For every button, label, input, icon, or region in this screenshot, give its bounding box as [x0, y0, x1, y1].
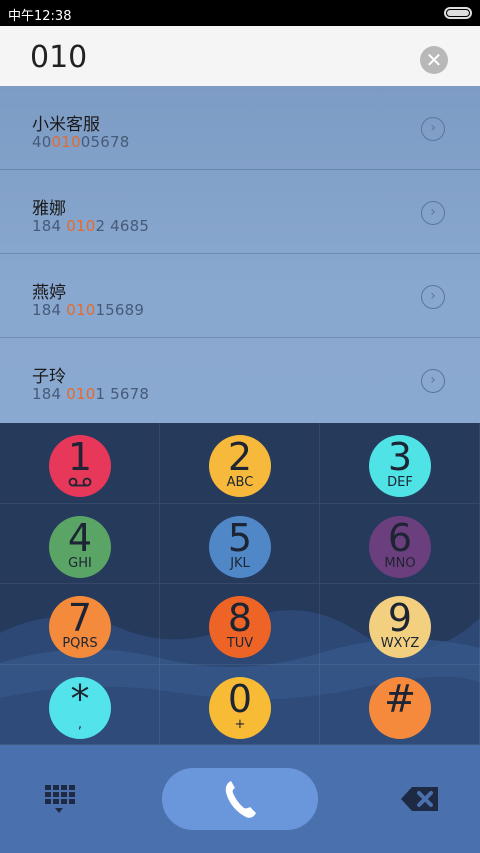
dial-key-digit: 6 [387, 515, 413, 560]
dial-key-letters: TUV [226, 636, 254, 651]
chevron-right-icon[interactable]: › [421, 285, 445, 309]
dial-key[interactable]: 6 MNO [320, 503, 480, 584]
dial-key-circle: 6 MNO [369, 515, 431, 578]
dial-key[interactable]: 7 PQRS [0, 584, 160, 665]
contact-number: 184 0101 5678 [32, 385, 150, 403]
result-row[interactable]: 燕婷 184 01015689 › [0, 254, 480, 338]
dial-key-circle: # [369, 676, 431, 739]
dial-key-circle: 9 WXYZ [369, 596, 431, 658]
dialpad-icon[interactable] [43, 783, 75, 815]
dial-key-letters: DEF [387, 475, 413, 490]
dial-key-circle: 7 PQRS [49, 596, 111, 658]
contact-name: 燕婷 [32, 283, 66, 303]
clear-button[interactable]: ✕ [420, 46, 448, 74]
dial-key-digit: 3 [387, 435, 413, 479]
dial-key-digit: 9 [387, 596, 413, 640]
search-results: 小米客服 4001005678 › 雅娜 184 0102 4685 › 燕婷 … [0, 86, 480, 423]
call-button[interactable] [162, 768, 318, 830]
dial-key-circle: 5 JKL [209, 515, 271, 578]
dial-key-letters: + [234, 716, 246, 732]
dialed-number[interactable]: 010 [30, 40, 87, 75]
dial-key-digit: 0 [227, 676, 253, 721]
dial-key-digit: 7 [67, 596, 93, 640]
dial-key-circle: *, [49, 676, 111, 739]
dial-key-letters: , [77, 716, 83, 732]
dial-key-letters: WXYZ [380, 636, 420, 651]
contact-name: 雅娜 [32, 199, 66, 219]
result-row[interactable]: 雅娜 184 0102 4685 › [0, 170, 480, 254]
chevron-right-icon[interactable]: › [421, 117, 445, 141]
dial-key-digit: 2 [227, 435, 253, 479]
dial-key[interactable]: 5 JKL [160, 503, 320, 584]
dial-key-circle: 1 [49, 435, 111, 497]
dial-key[interactable]: *, [0, 664, 160, 745]
backspace-icon[interactable] [400, 785, 440, 813]
dial-key-letters: ABC [226, 475, 254, 490]
status-bar: 中午12:38 [0, 0, 480, 26]
dial-key-letters: PQRS [62, 636, 98, 651]
dial-key-circle: 2 ABC [209, 435, 271, 497]
dial-key[interactable]: 1 [0, 423, 160, 504]
dial-key-circle: 0 + [209, 676, 271, 739]
contact-name: 小米客服 [32, 115, 100, 135]
battery-icon [444, 7, 472, 19]
keypad: 1 2 ABC 3 DEF 4 GHI 5 JKL 6 MNO 7 PQRS 8 TUV 9 WXYZ *, 0 + # [0, 423, 480, 745]
voicemail-icon [68, 477, 92, 487]
dial-key[interactable]: 2 ABC [160, 423, 320, 504]
dial-key[interactable]: 0 + [160, 664, 320, 745]
contact-number: 184 01015689 [32, 301, 145, 319]
dial-key-letters: JKL [230, 555, 250, 571]
dial-key[interactable]: 9 WXYZ [320, 584, 480, 665]
contact-number: 184 0102 4685 [32, 217, 150, 235]
dial-key-letters: GHI [68, 555, 92, 571]
dial-key-circle: 3 DEF [369, 435, 431, 497]
dial-key[interactable]: # [320, 664, 480, 745]
phone-icon [225, 781, 256, 818]
dial-key-circle: 8 TUV [209, 596, 271, 658]
dial-key[interactable]: 3 DEF [320, 423, 480, 504]
dial-key-letters: MNO [384, 555, 416, 571]
dial-key-digit: * [70, 676, 90, 721]
status-time: 中午12:38 [8, 9, 72, 24]
result-row[interactable]: 小米客服 4001005678 › [0, 86, 480, 170]
dial-key[interactable]: 8 TUV [160, 584, 320, 665]
dial-key[interactable]: 4 GHI [0, 503, 160, 584]
dial-key-circle: 4 GHI [49, 515, 111, 578]
contact-number: 4001005678 [32, 133, 130, 151]
dial-key-digit: 1 [67, 435, 93, 479]
chevron-right-icon[interactable]: › [421, 369, 445, 393]
dial-input-bar: 010 ✕ [0, 26, 480, 86]
dial-key-digit: 4 [67, 515, 93, 560]
contact-name: 子玲 [32, 367, 66, 387]
dial-key-digit: 8 [227, 596, 253, 640]
result-row[interactable]: 子玲 184 0101 5678 › [0, 338, 480, 422]
bottom-bar [0, 745, 480, 853]
chevron-right-icon[interactable]: › [421, 201, 445, 225]
dial-key-digit: 5 [227, 515, 253, 560]
dial-key-digit: # [384, 676, 416, 721]
